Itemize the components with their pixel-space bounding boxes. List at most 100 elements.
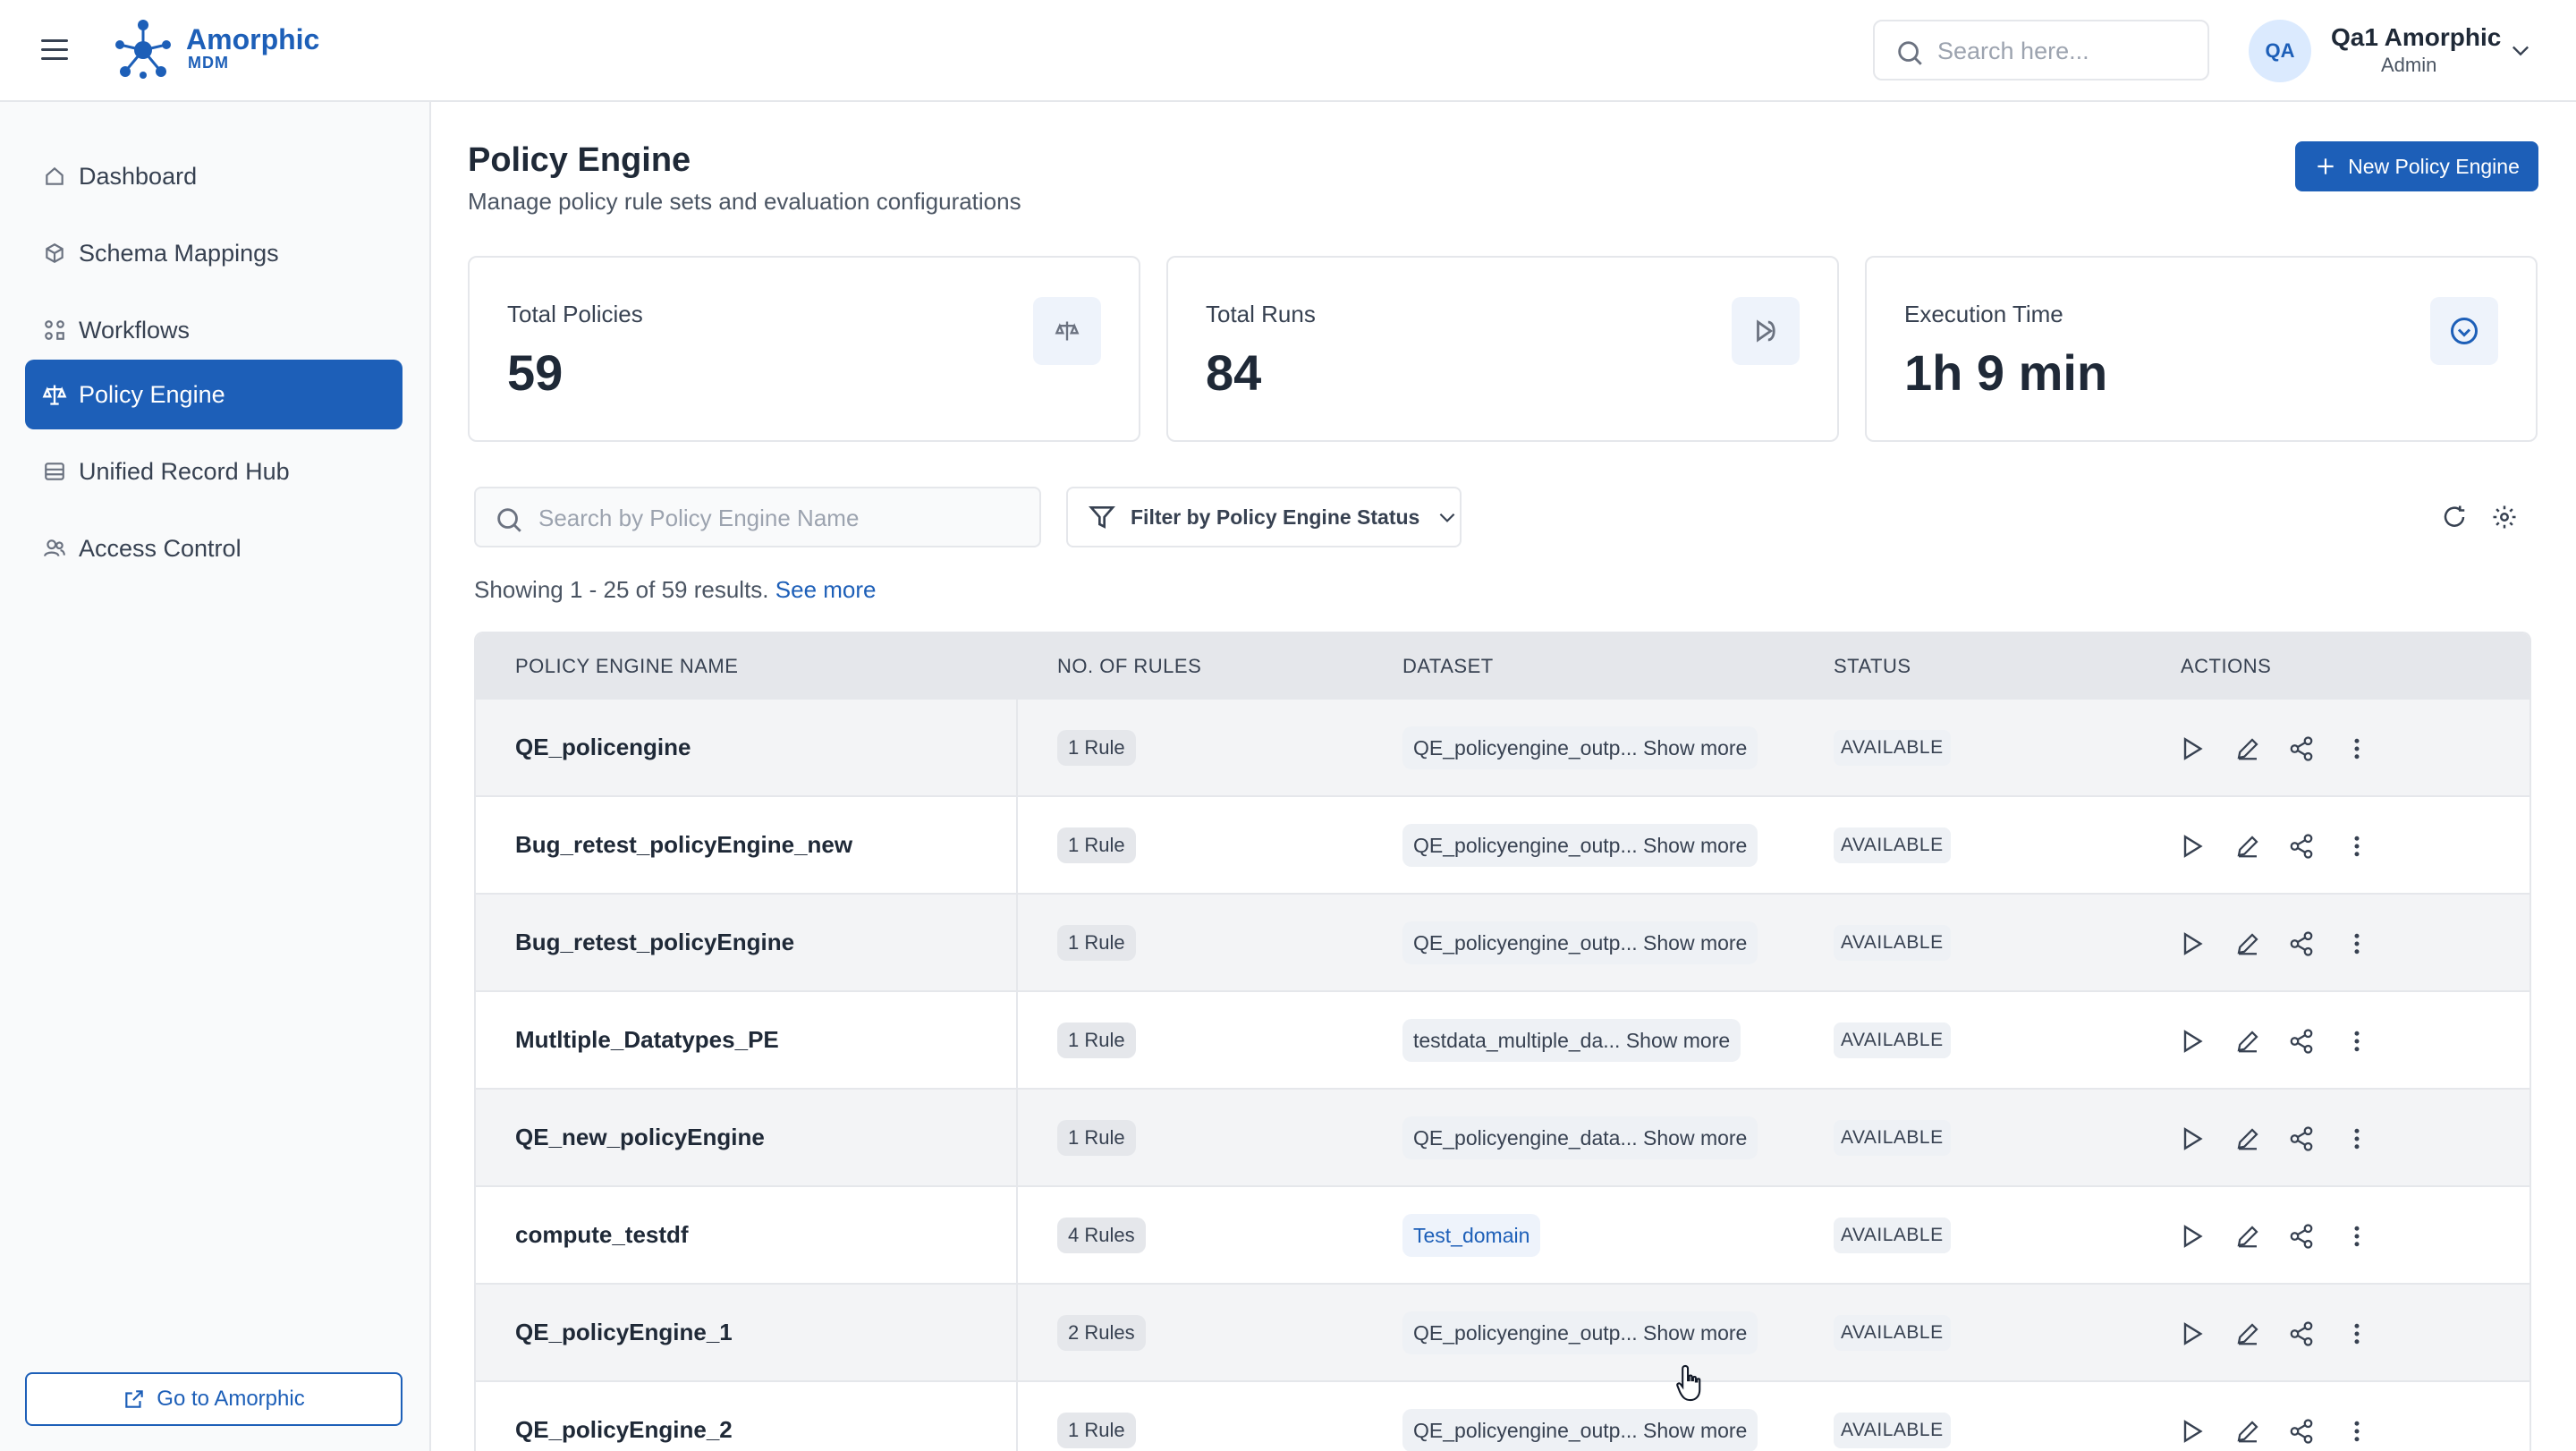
- show-more-link[interactable]: Show more: [1643, 931, 1747, 955]
- filter-icon: [1089, 506, 1115, 529]
- table-row[interactable]: QE_policyEngine_2 1 Rule QE_policyengine…: [476, 1382, 2529, 1451]
- show-more-link[interactable]: Show more: [1643, 736, 1747, 759]
- more-icon[interactable]: [2342, 1221, 2372, 1252]
- user-name[interactable]: Qa1 Amorphic: [2331, 23, 2501, 52]
- run-icon[interactable]: [2177, 734, 2207, 764]
- page-title: Policy Engine: [468, 141, 691, 179]
- table-row[interactable]: compute_testdf 4 Rules Test_domain AVAIL…: [476, 1187, 2529, 1285]
- table-row[interactable]: Mutltiple_Datatypes_PE 1 Rule testdata_m…: [476, 992, 2529, 1090]
- run-icon[interactable]: [2177, 1416, 2207, 1447]
- run-icon[interactable]: [2177, 1124, 2207, 1154]
- edit-icon[interactable]: [2233, 1319, 2263, 1349]
- hand-cursor-icon: [1676, 1364, 1701, 1402]
- sidebar-item-dashboard[interactable]: Dashboard: [25, 141, 402, 211]
- policy-name[interactable]: Mutltiple_Datatypes_PE: [515, 1026, 779, 1054]
- column-header[interactable]: STATUS: [1834, 655, 1911, 678]
- policy-name[interactable]: Bug_retest_policyEngine: [515, 929, 794, 956]
- chevron-down-icon[interactable]: [2506, 38, 2535, 63]
- dataset-chip[interactable]: QE_policyengine_outp... Show more: [1402, 1311, 1758, 1354]
- policy-name[interactable]: Bug_retest_policyEngine_new: [515, 831, 852, 859]
- dataset-chip[interactable]: QE_policyengine_outp... Show more: [1402, 726, 1758, 769]
- share-icon[interactable]: [2286, 831, 2317, 861]
- more-icon[interactable]: [2342, 1416, 2372, 1447]
- column-header[interactable]: NO. OF RULES: [1057, 655, 1201, 678]
- show-more-link[interactable]: Show more: [1643, 1126, 1747, 1150]
- refresh-icon[interactable]: [2440, 503, 2469, 531]
- gear-icon[interactable]: [2490, 503, 2519, 531]
- sidebar-item-policy-engine[interactable]: Policy Engine: [25, 360, 402, 429]
- policy-name[interactable]: QE_new_policyEngine: [515, 1124, 765, 1151]
- dataset-name: QE_policyengine_data...: [1413, 1126, 1638, 1150]
- dataset-chip[interactable]: testdata_multiple_da... Show more: [1402, 1019, 1741, 1062]
- share-icon[interactable]: [2286, 1416, 2317, 1447]
- policy-name[interactable]: QE_policyEngine_2: [515, 1416, 733, 1444]
- table-row[interactable]: Bug_retest_policyEngine 1 Rule QE_policy…: [476, 895, 2529, 992]
- run-icon[interactable]: [2177, 1319, 2207, 1349]
- edit-icon[interactable]: [2233, 831, 2263, 861]
- more-icon[interactable]: [2342, 1319, 2372, 1349]
- show-more-link[interactable]: Show more: [1626, 1029, 1730, 1052]
- policy-name[interactable]: QE_policengine: [515, 734, 691, 761]
- column-header[interactable]: POLICY ENGINE NAME: [515, 655, 738, 678]
- run-icon[interactable]: [2177, 831, 2207, 861]
- chevron-down-icon: [1440, 513, 1455, 522]
- dataset-chip[interactable]: Test_domain: [1402, 1214, 1541, 1257]
- more-icon[interactable]: [2342, 831, 2372, 861]
- share-icon[interactable]: [2286, 929, 2317, 959]
- dataset-chip[interactable]: QE_policyengine_outp... Show more: [1402, 921, 1758, 964]
- sidebar-item-unified-record-hub[interactable]: Unified Record Hub: [25, 437, 402, 506]
- more-icon[interactable]: [2342, 1124, 2372, 1154]
- dataset-chip[interactable]: QE_policyengine_data... Show more: [1402, 1116, 1758, 1159]
- rules-badge: 1 Rule: [1057, 1120, 1136, 1156]
- edit-icon[interactable]: [2233, 929, 2263, 959]
- sidebar-item-access-control[interactable]: Access Control: [25, 513, 402, 583]
- run-icon[interactable]: [2177, 1221, 2207, 1252]
- share-icon[interactable]: [2286, 1221, 2317, 1252]
- policy-name[interactable]: QE_policyEngine_1: [515, 1319, 733, 1346]
- policy-name[interactable]: compute_testdf: [515, 1221, 689, 1249]
- share-icon[interactable]: [2286, 734, 2317, 764]
- sidebar-item-schema-mappings[interactable]: Schema Mappings: [25, 218, 402, 288]
- global-search-input[interactable]: [1937, 34, 2197, 68]
- run-icon[interactable]: [2177, 929, 2207, 959]
- sidebar-item-label: Workflows: [79, 316, 191, 344]
- policy-search: [474, 487, 1041, 547]
- see-more-link[interactable]: See more: [775, 576, 877, 603]
- table-row[interactable]: QE_policengine 1 Rule QE_policyengine_ou…: [476, 700, 2529, 797]
- new-policy-engine-label: New Policy Engine: [2348, 154, 2520, 178]
- dataset-chip[interactable]: QE_policyengine_outp... Show more: [1402, 1409, 1758, 1451]
- global-search: [1873, 20, 2209, 81]
- menu-icon[interactable]: [41, 39, 68, 61]
- rules-badge: 1 Rule: [1057, 925, 1136, 961]
- new-policy-engine-button[interactable]: New Policy Engine: [2295, 141, 2538, 191]
- table-row[interactable]: QE_policyEngine_1 2 Rules QE_policyengin…: [476, 1285, 2529, 1382]
- policy-search-input[interactable]: [538, 501, 1021, 535]
- more-icon[interactable]: [2342, 929, 2372, 959]
- sidebar-item-label: Unified Record Hub: [79, 457, 290, 485]
- table-row[interactable]: QE_new_policyEngine 1 Rule QE_policyengi…: [476, 1090, 2529, 1187]
- show-more-link[interactable]: Show more: [1643, 1419, 1747, 1442]
- share-icon[interactable]: [2286, 1124, 2317, 1154]
- share-icon[interactable]: [2286, 1026, 2317, 1056]
- edit-icon[interactable]: [2233, 1124, 2263, 1154]
- show-more-link[interactable]: Show more: [1643, 834, 1747, 857]
- sidebar-item-workflows[interactable]: Workflows: [25, 295, 402, 365]
- home-icon: [41, 163, 68, 190]
- go-to-amorphic-button[interactable]: Go to Amorphic: [25, 1372, 402, 1426]
- more-icon[interactable]: [2342, 1026, 2372, 1056]
- edit-icon[interactable]: [2233, 1416, 2263, 1447]
- edit-icon[interactable]: [2233, 734, 2263, 764]
- status-filter-dropdown[interactable]: Filter by Policy Engine Status: [1066, 487, 1462, 547]
- run-icon[interactable]: [2177, 1026, 2207, 1056]
- column-header[interactable]: DATASET: [1402, 655, 1494, 678]
- scale-icon: [1033, 297, 1101, 365]
- avatar[interactable]: QA: [2249, 20, 2311, 82]
- more-icon[interactable]: [2342, 734, 2372, 764]
- share-icon[interactable]: [2286, 1319, 2317, 1349]
- table-row[interactable]: Bug_retest_policyEngine_new 1 Rule QE_po…: [476, 797, 2529, 895]
- edit-icon[interactable]: [2233, 1221, 2263, 1252]
- show-more-link[interactable]: Show more: [1643, 1321, 1747, 1345]
- stat-label: Total Runs: [1206, 301, 1316, 327]
- dataset-chip[interactable]: QE_policyengine_outp... Show more: [1402, 824, 1758, 867]
- edit-icon[interactable]: [2233, 1026, 2263, 1056]
